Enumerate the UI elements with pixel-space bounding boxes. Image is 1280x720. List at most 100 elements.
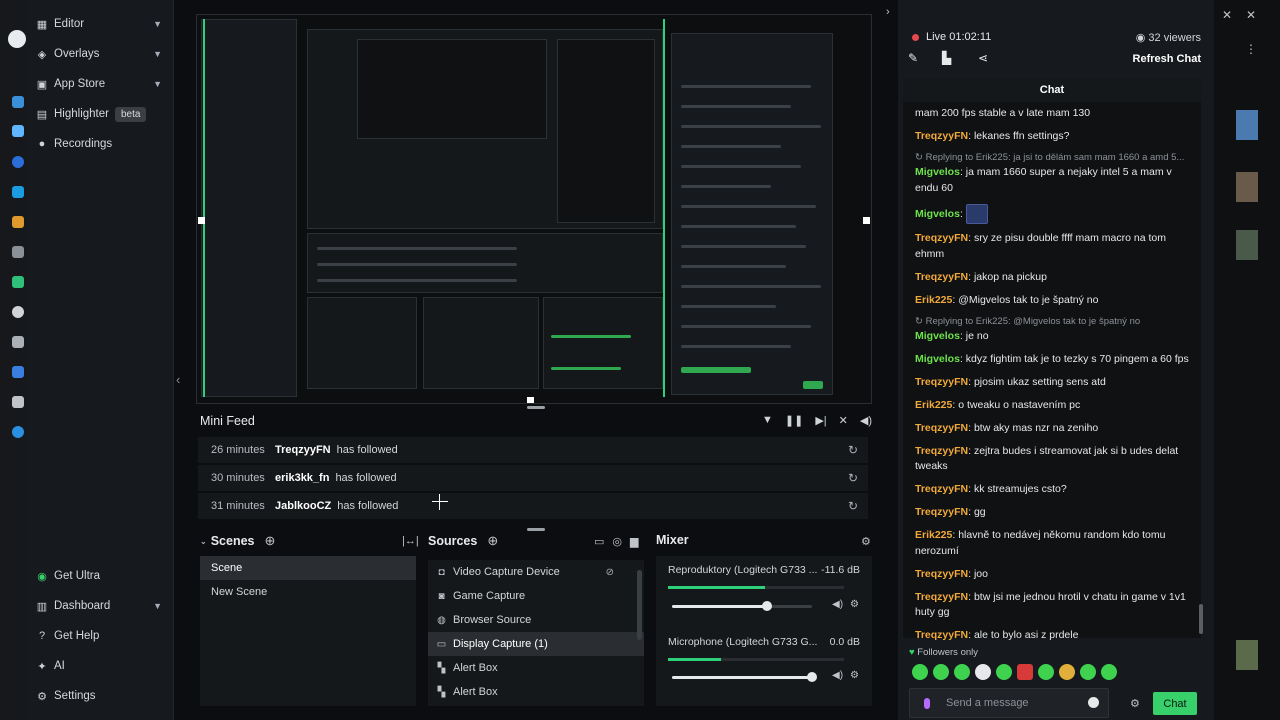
chat-username[interactable]: Erik225: [915, 399, 952, 411]
taskbar-app-icon[interactable]: [12, 426, 24, 438]
chat-username[interactable]: TreqzyyFN: [915, 629, 968, 641]
emote-icon[interactable]: [975, 664, 991, 680]
nav-get-help[interactable]: ? Get Help: [26, 621, 174, 651]
repeat-alert-icon[interactable]: ↻: [848, 443, 858, 457]
chat-scrollbar[interactable]: [1199, 604, 1203, 634]
taskbar-app-icon[interactable]: [12, 216, 24, 228]
taskbar-app-icon[interactable]: [12, 125, 24, 137]
chat-username[interactable]: TreqzyyFN: [915, 271, 968, 283]
source-props-icon[interactable]: ◎: [612, 535, 622, 548]
chat-message-input[interactable]: Send a message: [909, 688, 1109, 718]
resize-handle[interactable]: [527, 528, 545, 531]
volume-slider[interactable]: [672, 672, 817, 682]
taskbar-app-icon[interactable]: [12, 336, 24, 348]
source-item[interactable]: ▚ Alert Box: [428, 656, 644, 680]
taskbar-app-icon[interactable]: [12, 156, 24, 168]
speaker-icon[interactable]: ◀): [832, 670, 843, 681]
share-icon[interactable]: ⋖: [978, 51, 988, 65]
taskbar-app-icon[interactable]: [12, 366, 24, 378]
source-item[interactable]: ▚ Alert Box: [428, 680, 644, 704]
nav-ai[interactable]: ✦ AI: [26, 651, 174, 681]
emote-icon[interactable]: [1017, 664, 1033, 680]
emote-icon[interactable]: [954, 664, 970, 680]
volume-slider-knob[interactable]: [762, 601, 773, 611]
emoji-picker-icon[interactable]: [1088, 697, 1099, 708]
taskbar-app-icon[interactable]: [12, 246, 24, 258]
taskbar-app-icon[interactable]: [12, 306, 24, 318]
chat-username[interactable]: TreqzyyFN: [915, 591, 968, 603]
chat-username[interactable]: Erik225: [915, 529, 952, 541]
chat-settings-icon[interactable]: ⚙: [1130, 697, 1140, 710]
send-chat-button[interactable]: Chat: [1153, 692, 1197, 715]
edit-stream-icon[interactable]: ✎: [908, 51, 918, 65]
taskbar-app-icon[interactable]: [12, 276, 24, 288]
sources-scrollbar[interactable]: [637, 570, 642, 640]
chat-username[interactable]: TreqzyyFN: [915, 130, 968, 142]
emote-icon[interactable]: [933, 664, 949, 680]
scene-item[interactable]: New Scene: [200, 580, 416, 604]
chat-username[interactable]: TreqzyyFN: [915, 376, 968, 388]
nav-editor[interactable]: ▦ Editor ▼: [26, 9, 174, 39]
chat-username[interactable]: TreqzyyFN: [915, 422, 968, 434]
emote-icon[interactable]: [912, 664, 928, 680]
chevron-down-icon[interactable]: ⌄: [200, 537, 207, 546]
emote-icon[interactable]: [1080, 664, 1096, 680]
nav-dashboard[interactable]: ▥ Dashboard ▼: [26, 591, 174, 621]
add-scene-icon[interactable]: ⊕: [264, 533, 275, 549]
stream-preview[interactable]: [196, 14, 872, 404]
skip-icon[interactable]: ▶|: [815, 414, 826, 427]
gear-icon[interactable]: ⚙: [850, 670, 859, 681]
microphone-icon[interactable]: [924, 698, 930, 709]
source-item[interactable]: ◍ Browser Source: [428, 608, 644, 632]
chat-username[interactable]: TreqzyyFN: [915, 232, 968, 244]
filter-icon[interactable]: ▼: [762, 414, 773, 427]
repeat-alert-icon[interactable]: ↻: [848, 471, 858, 485]
chat-username[interactable]: Migvelos: [915, 166, 960, 178]
emote-icon[interactable]: [1059, 664, 1075, 680]
speaker-icon[interactable]: ◀): [832, 599, 843, 610]
chat-username[interactable]: TreqzyyFN: [915, 483, 968, 495]
transform-handle[interactable]: [863, 217, 870, 224]
volume-slider-knob[interactable]: [807, 672, 817, 682]
chat-username[interactable]: Migvelos: [915, 207, 960, 219]
emote-icon[interactable]: [1101, 664, 1117, 680]
nav-get-ultra[interactable]: ◉ Get Ultra: [26, 561, 174, 591]
nav-highlighter[interactable]: ▤ Highlighter beta: [26, 99, 174, 129]
add-source-icon[interactable]: ⊕: [487, 533, 498, 549]
nav-app-store[interactable]: ▣ App Store ▼: [26, 69, 174, 99]
taskbar-app-icon[interactable]: [12, 186, 24, 198]
pause-icon[interactable]: ❚❚: [785, 414, 803, 427]
chat-username[interactable]: TreqzyyFN: [915, 506, 968, 518]
source-item[interactable]: ◙ Game Capture: [428, 584, 644, 608]
transform-handle[interactable]: [198, 217, 205, 224]
chat-username[interactable]: TreqzyyFN: [915, 445, 968, 457]
volume-slider[interactable]: [672, 601, 812, 611]
source-item[interactable]: ▭ Display Capture (1): [428, 632, 644, 656]
close-icon[interactable]: ✕: [1222, 8, 1232, 22]
nav-settings[interactable]: ⚙ Settings: [26, 681, 174, 711]
mute-alerts-icon[interactable]: ✕: [839, 414, 848, 427]
chat-username[interactable]: TreqzyyFN: [915, 568, 968, 580]
refresh-chat-button[interactable]: Refresh Chat: [1133, 53, 1201, 65]
mixer-settings-icon[interactable]: ⚙: [861, 535, 871, 548]
emote-icon[interactable]: [996, 664, 1012, 680]
emote-icon[interactable]: [1038, 664, 1054, 680]
scene-item[interactable]: Scene: [200, 556, 416, 580]
more-options-icon[interactable]: ⋮: [1245, 42, 1257, 56]
nav-recordings[interactable]: ● Recordings: [26, 129, 174, 159]
folder-icon[interactable]: ▆: [630, 535, 638, 548]
group-icon[interactable]: ▭: [594, 535, 604, 548]
source-item[interactable]: ◘ Video Capture Device ⊘: [428, 560, 644, 584]
chat-username[interactable]: Migvelos: [915, 353, 960, 365]
chevron-right-icon[interactable]: ›: [886, 6, 890, 18]
gear-icon[interactable]: ⚙: [850, 599, 859, 610]
volume-icon[interactable]: ◀): [860, 414, 872, 427]
popout-chat-icon[interactable]: ▙: [942, 51, 951, 65]
scene-transition-icon[interactable]: |↔|: [402, 535, 419, 547]
taskbar-app-icon[interactable]: [12, 396, 24, 408]
close-icon[interactable]: ✕: [1246, 8, 1256, 22]
transform-handle[interactable]: [527, 397, 534, 403]
taskbar-app-icon[interactable]: [12, 96, 24, 108]
nav-overlays[interactable]: ◈ Overlays ▼: [26, 39, 174, 69]
collapse-sidebar-icon[interactable]: ‹: [176, 372, 180, 387]
